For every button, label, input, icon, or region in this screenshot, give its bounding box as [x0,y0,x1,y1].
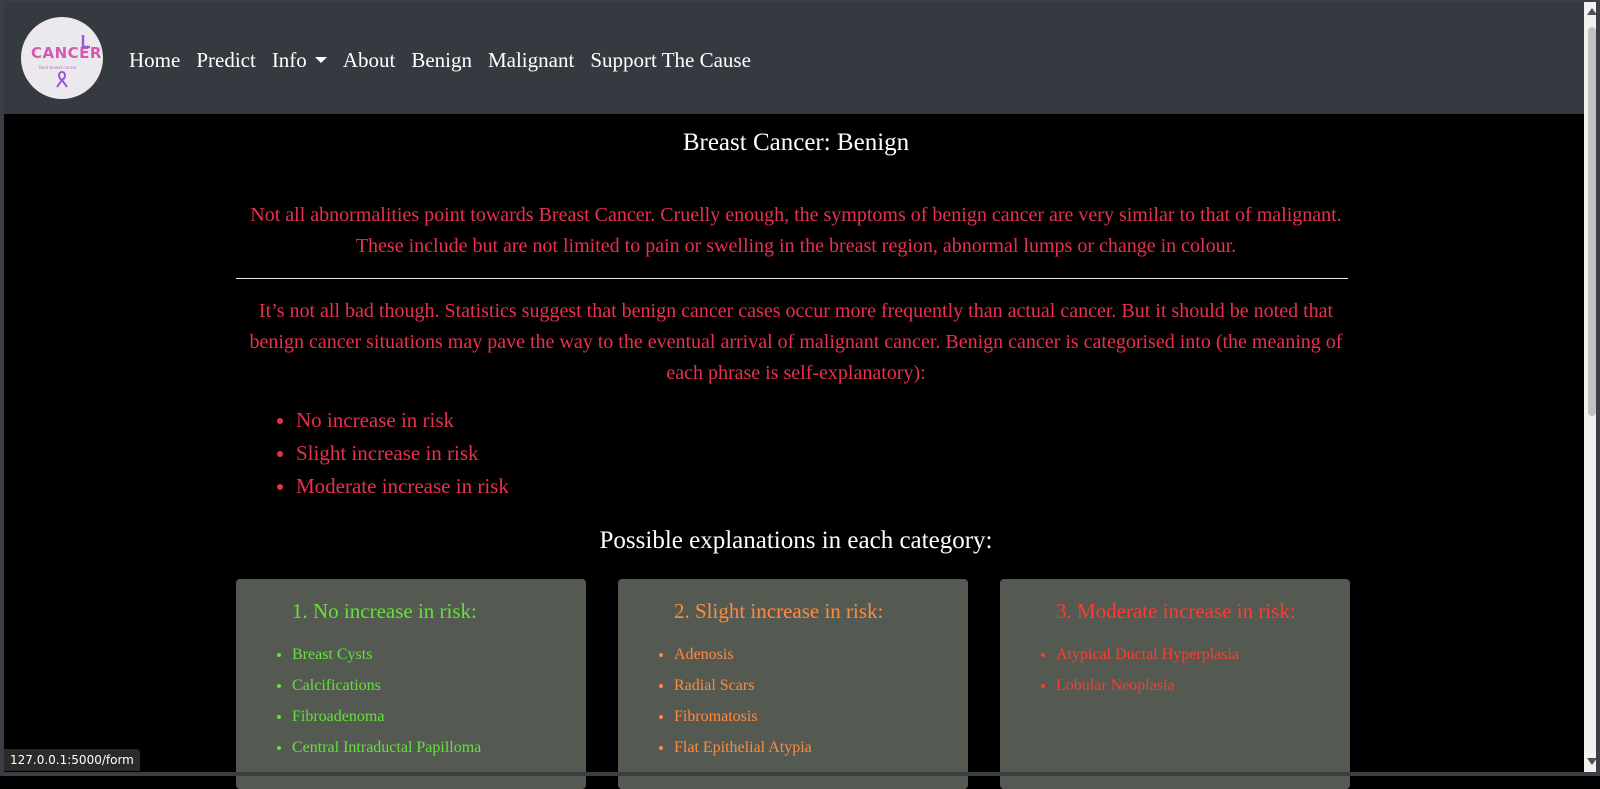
main-content: Breast Cancer: Benign Not all abnormalit… [4,114,1584,789]
card-no-increase: 1. No increase in risk: Breast Cysts Cal… [236,579,586,789]
cancer-l-icon [81,35,90,49]
list-item: Lobular Neoplasia [1056,670,1239,701]
card-title: 3. Moderate increase in risk: [1056,599,1296,623]
card-list: Breast Cysts Calcifications Fibroadenoma… [278,639,481,763]
list-item: Flat Epithelial Atypia [674,732,812,763]
list-item: Fibroadenoma [292,701,481,732]
list-item: Central Intraductal Papilloma [292,732,481,763]
list-item: Calcifications [292,670,481,701]
list-item: Slight increase in risk [296,437,509,470]
card-list: Adenosis Radial Scars Fibromatosis Flat … [660,639,812,763]
card-moderate-increase: 3. Moderate increase in risk: Atypical D… [1000,579,1350,789]
scroll-up-arrow-icon[interactable] [1587,8,1597,15]
statistics-paragraph: It’s not all bad though. Statistics sugg… [249,300,1343,384]
list-item: Moderate increase in risk [296,470,509,503]
intro-paragraph: Not all abnormalities point towards Brea… [250,204,1342,257]
chevron-down-icon [314,57,327,63]
logo-text: CANCER [31,44,102,62]
nav-malignant[interactable]: Malignant [488,45,574,75]
scrollbar-thumb[interactable] [1588,27,1596,416]
nav-info-dropdown[interactable]: Info [272,45,327,75]
vertical-scrollbar[interactable] [1584,0,1600,776]
ribbon-icon [56,70,68,88]
nav-info-label: Info [271,47,307,72]
list-item: Fibromatosis [674,701,812,732]
list-item: Adenosis [674,639,812,670]
scroll-down-arrow-icon[interactable] [1587,758,1597,765]
nav-predict[interactable]: Predict [196,45,255,75]
list-item: Breast Cysts [292,639,481,670]
page-title: Breast Cancer: Benign [682,129,910,156]
list-item: No increase in risk [296,404,509,437]
divider [236,278,1348,279]
card-title: 2. Slight increase in risk: [674,599,884,623]
list-item: Atypical Ductal Hyperplasia [1056,639,1239,670]
status-url-bar: 127.0.0.1:5000/form [4,749,140,771]
nav-support[interactable]: Support The Cause [590,45,751,75]
risk-level-list: No increase in risk Slight increase in r… [274,404,509,503]
card-slight-increase: 2. Slight increase in risk: Adenosis Rad… [618,579,968,789]
list-item: Radial Scars [674,670,812,701]
card-list: Atypical Ductal Hyperplasia Lobular Neop… [1042,639,1239,701]
card-title: 1. No increase in risk: [292,599,477,623]
nav-links: Home Predict Info About Benign Malignant… [129,45,767,75]
site-logo[interactable]: CANCER Beat breast cancer [21,17,103,99]
navbar: CANCER Beat breast cancer Home Predict I… [0,0,1584,114]
nav-benign[interactable]: Benign [411,45,472,75]
nav-home[interactable]: Home [129,45,180,75]
nav-about[interactable]: About [343,45,396,75]
section-subtitle: Possible explanations in each category: [599,527,993,554]
